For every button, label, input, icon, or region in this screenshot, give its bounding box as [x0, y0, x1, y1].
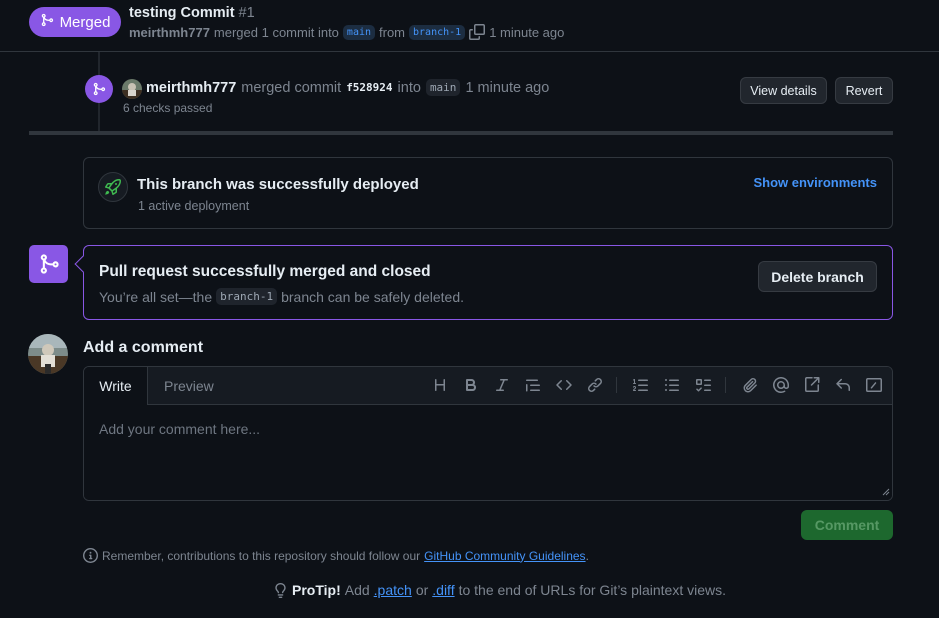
guidelines-suffix: . — [585, 548, 589, 563]
guidelines-prefix: Remember, contributions to this reposito… — [102, 548, 421, 563]
bold-icon[interactable] — [462, 376, 480, 394]
event-into: into — [397, 79, 421, 96]
event-time[interactable]: 1 minute ago — [465, 80, 549, 96]
task-list-icon[interactable] — [694, 376, 712, 394]
merged-status-box: Pull request successfully merged and clo… — [74, 245, 893, 320]
from-text: from — [379, 24, 406, 40]
code-icon[interactable] — [555, 376, 573, 394]
copy-icon[interactable] — [469, 24, 486, 40]
tab-preview[interactable]: Preview — [164, 378, 214, 394]
badge-label: Merged — [59, 13, 111, 31]
protip-add: Add — [344, 582, 370, 598]
comment-placeholder: Add your comment here... — [99, 421, 261, 437]
base-branch-pill[interactable]: main — [342, 24, 376, 40]
merged-title: Pull request successfully merged and clo… — [99, 263, 431, 280]
editor-toolbar: Write Preview — [84, 367, 892, 405]
merge-event-text: meirthmh777 merged commit f528924 into m… — [146, 79, 549, 96]
pr-number: #1 — [238, 5, 255, 21]
pr-subtitle: meirthmh777 merged 1 commit into main fr… — [129, 24, 564, 40]
protip-suffix: to the end of URLs for Git’s plaintext v… — [458, 582, 726, 598]
attach-icon[interactable] — [741, 376, 759, 394]
deployment-box: This branch was successfully deployed 1 … — [83, 157, 893, 229]
merged-sub-prefix: You’re all set—the — [99, 288, 213, 305]
ordered-list-icon[interactable] — [632, 376, 650, 394]
heading-icon[interactable] — [431, 376, 449, 394]
deploy-subtitle: 1 active deployment — [138, 199, 250, 213]
git-merge-icon — [38, 253, 60, 275]
patch-link[interactable]: .patch — [374, 582, 412, 598]
box-pointer — [74, 255, 92, 273]
community-guidelines-note: Remember, contributions to this reposito… — [83, 548, 589, 563]
tab-write[interactable]: Write — [84, 367, 148, 405]
merged-branch-pill: branch-1 — [216, 288, 278, 305]
avatar[interactable] — [122, 79, 142, 99]
event-branch-pill[interactable]: main — [425, 79, 461, 96]
merged-box-badge — [29, 245, 68, 283]
info-icon — [83, 548, 98, 563]
protip-note: ProTip! Add .patch or .diff to the end o… — [273, 582, 726, 598]
toolbar-separator — [725, 377, 726, 393]
header-time[interactable]: 1 minute ago — [489, 25, 564, 40]
merged-text: merged 1 commit into — [213, 24, 339, 40]
protip-label: ProTip! — [292, 582, 341, 598]
show-environments-link[interactable]: Show environments — [753, 175, 877, 190]
reply-icon[interactable] — [834, 376, 852, 394]
pr-title: testing Commit #1 — [129, 5, 255, 21]
merged-subtitle: You’re all set—the branch-1 branch can b… — [99, 288, 464, 305]
merged-status-badge: Merged — [29, 7, 121, 37]
checks-status[interactable]: 6 checks passed — [123, 101, 212, 115]
reference-icon[interactable] — [803, 376, 821, 394]
slash-command-icon[interactable] — [865, 376, 883, 394]
git-merge-icon — [40, 13, 54, 31]
timeline-divider — [29, 131, 893, 135]
toolbar-separator — [616, 377, 617, 393]
rocket-icon — [98, 172, 128, 202]
unordered-list-icon[interactable] — [663, 376, 681, 394]
revert-button[interactable]: Revert — [835, 77, 893, 104]
event-action: merged commit — [241, 79, 342, 96]
commit-sha-link[interactable]: f528924 — [346, 81, 392, 94]
protip-or: or — [415, 582, 429, 598]
git-merge-icon — [92, 82, 106, 96]
mention-icon[interactable] — [772, 376, 790, 394]
merge-event-badge — [85, 75, 113, 103]
deploy-title: This branch was successfully deployed — [137, 176, 419, 193]
diff-link[interactable]: .diff — [432, 582, 454, 598]
link-icon[interactable] — [586, 376, 604, 394]
comment-submit-button[interactable]: Comment — [801, 510, 893, 540]
community-guidelines-link[interactable]: GitHub Community Guidelines — [424, 549, 585, 563]
merged-sub-suffix: branch can be safely deleted. — [281, 288, 464, 305]
comment-editor: Write Preview Add your comment here... — [83, 366, 893, 501]
avatar[interactable] — [28, 334, 68, 374]
view-details-button[interactable]: View details — [740, 77, 827, 104]
comment-textarea[interactable]: Add your comment here... — [84, 405, 892, 500]
light-bulb-icon — [273, 582, 288, 598]
resize-handle-icon[interactable] — [882, 483, 890, 499]
add-comment-heading: Add a comment — [83, 339, 204, 356]
head-branch-pill[interactable]: branch-1 — [409, 24, 466, 40]
pr-header: Merged testing Commit #1 meirthmh777 merg… — [0, 0, 939, 52]
italic-icon[interactable] — [493, 376, 511, 394]
pr-title-text: testing Commit — [129, 5, 235, 21]
quote-icon[interactable] — [524, 376, 542, 394]
delete-branch-button[interactable]: Delete branch — [758, 261, 877, 292]
author-link[interactable]: meirthmh777 — [129, 25, 210, 40]
event-user-link[interactable]: meirthmh777 — [146, 80, 236, 96]
